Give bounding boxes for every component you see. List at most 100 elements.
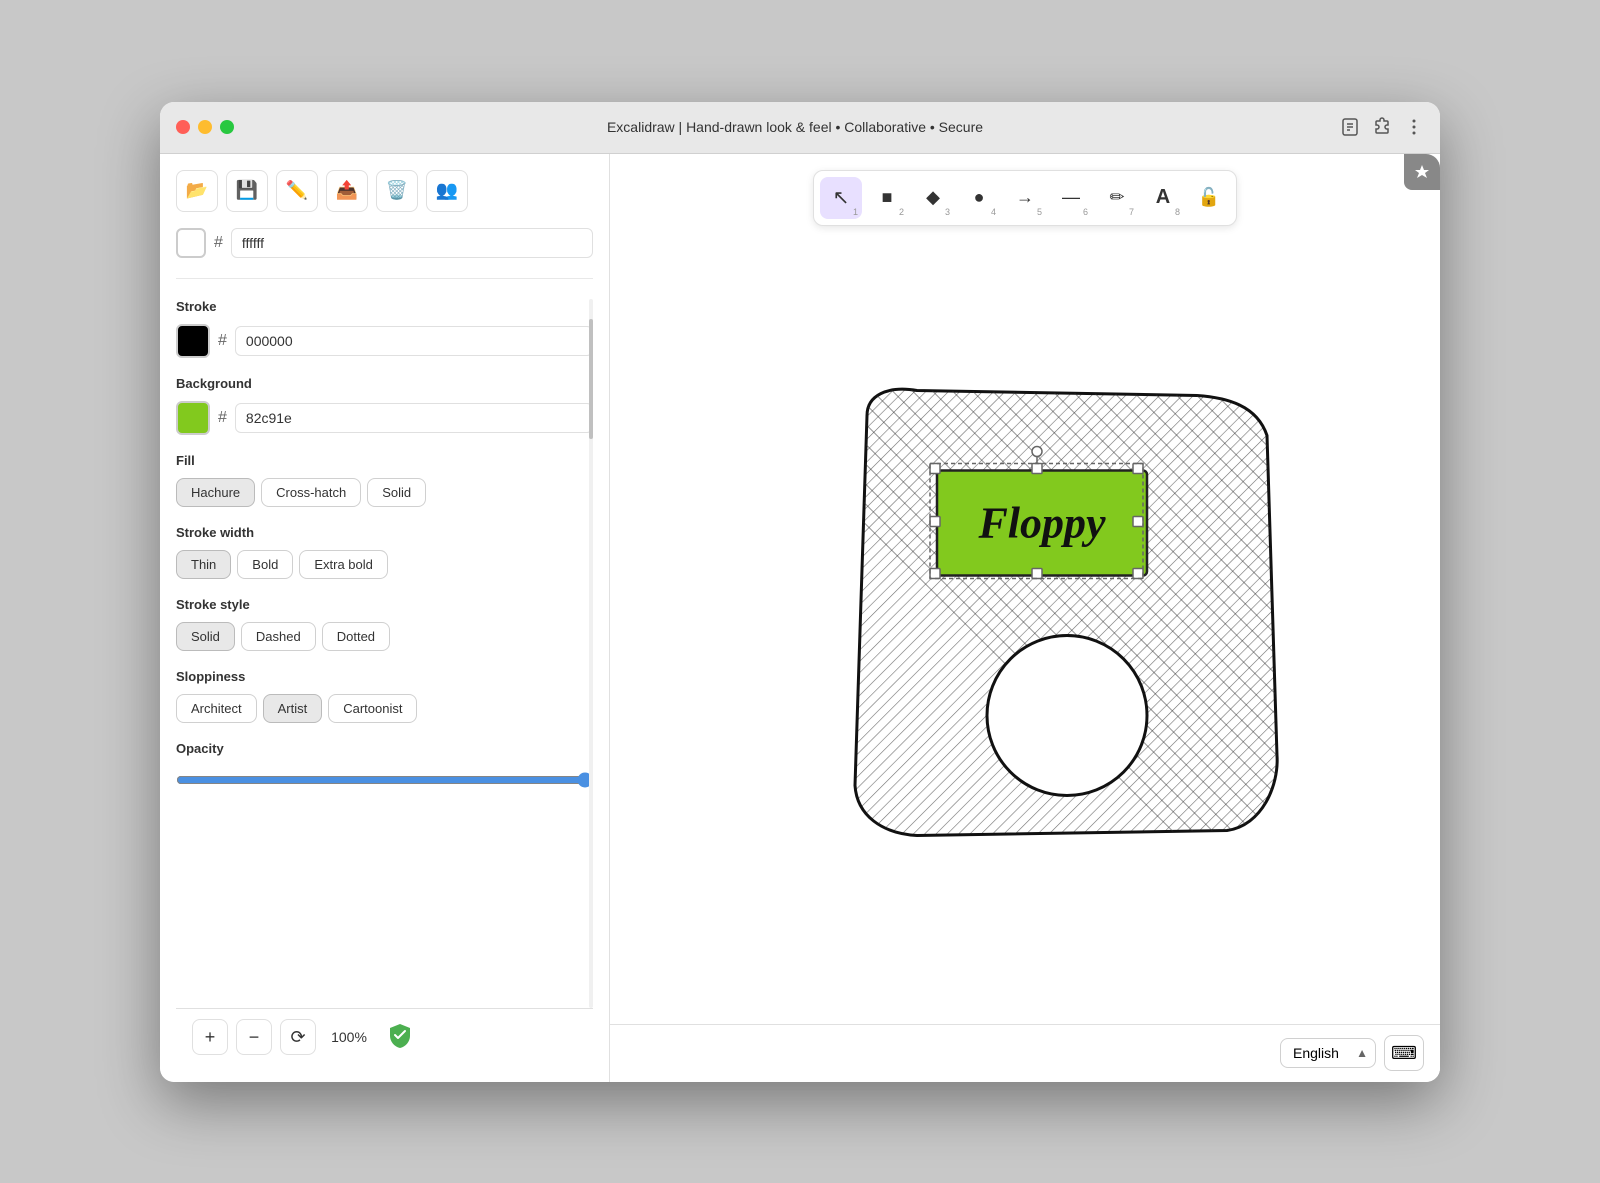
zoom-level: 100% (324, 1029, 374, 1045)
tool-number-3: 3 (945, 207, 950, 217)
canvas-area[interactable]: ↖ 1 ■ 2 ◆ 3 ● 4 (610, 154, 1440, 1082)
stroke-color-row: # (176, 324, 593, 358)
background-color-row: # (176, 401, 593, 435)
canvas-toolbar: ↖ 1 ■ 2 ◆ 3 ● 4 (610, 170, 1440, 226)
bg-color-swatch[interactable] (176, 228, 206, 258)
stroke-section: Stroke # (176, 299, 593, 358)
pencil-tool-button[interactable]: ✏ 7 (1096, 177, 1138, 219)
hash-label: # (214, 234, 223, 252)
document-icon[interactable] (1340, 117, 1360, 137)
sloppiness-label: Sloppiness (176, 669, 593, 684)
svg-text:Floppy: Floppy (977, 498, 1106, 547)
save-button[interactable]: 💾 (226, 170, 268, 212)
stroke-label: Stroke (176, 299, 593, 314)
puzzle-icon[interactable] (1372, 117, 1392, 137)
stroke-hash: # (218, 332, 227, 350)
stroke-color-input[interactable] (235, 326, 593, 356)
fill-options: Hachure Cross-hatch Solid (176, 478, 593, 507)
arrow-tool-button[interactable]: → 5 (1004, 177, 1046, 219)
fill-solid-button[interactable]: Solid (367, 478, 426, 507)
background-color-input[interactable] (235, 403, 593, 433)
stroke-style-label: Stroke style (176, 597, 593, 612)
fill-crosshatch-button[interactable]: Cross-hatch (261, 478, 361, 507)
stroke-extra-bold-button[interactable]: Extra bold (299, 550, 388, 579)
keyboard-button[interactable]: ⌨ (1384, 1035, 1424, 1071)
stroke-color-swatch[interactable] (176, 324, 210, 358)
maximize-button[interactable] (220, 120, 234, 134)
stroke-style-section: Stroke style Solid Dashed Dotted (176, 597, 593, 651)
background-color-swatch[interactable] (176, 401, 210, 435)
properties-panel: Stroke # Background # (176, 299, 593, 811)
ellipse-tool-button[interactable]: ● 4 (958, 177, 1000, 219)
stroke-width-options: Thin Bold Extra bold (176, 550, 593, 579)
stroke-solid-button[interactable]: Solid (176, 622, 235, 651)
stroke-dotted-button[interactable]: Dotted (322, 622, 390, 651)
titlebar: Excalidraw | Hand-drawn look & feel • Co… (160, 102, 1440, 154)
main-window: Excalidraw | Hand-drawn look & feel • Co… (160, 102, 1440, 1082)
background-label: Background (176, 376, 593, 391)
edit-button[interactable]: ✏️ (276, 170, 318, 212)
canvas-tools-container: ↖ 1 ■ 2 ◆ 3 ● 4 (813, 170, 1237, 226)
zoom-in-button[interactable]: + (192, 1019, 228, 1055)
sloppiness-section: Sloppiness Architect Artist Cartoonist (176, 669, 593, 723)
color-bar: # (176, 228, 593, 258)
rectangle-tool-button[interactable]: ■ 2 (866, 177, 908, 219)
bg-hash: # (218, 409, 227, 427)
tool-number-4: 4 (991, 207, 996, 217)
stroke-thin-button[interactable]: Thin (176, 550, 231, 579)
more-icon[interactable] (1404, 117, 1424, 137)
collaborate-button[interactable]: 👥 (426, 170, 468, 212)
tool-number-7: 7 (1129, 207, 1134, 217)
window-title: Excalidraw | Hand-drawn look & feel • Co… (250, 119, 1340, 135)
stroke-bold-button[interactable]: Bold (237, 550, 293, 579)
divider-1 (176, 278, 593, 279)
tool-number-1: 1 (853, 207, 858, 217)
select-tool-button[interactable]: ↖ 1 (820, 177, 862, 219)
traffic-lights (176, 120, 234, 134)
stroke-width-section: Stroke width Thin Bold Extra bold (176, 525, 593, 579)
sloppiness-cartoonist-button[interactable]: Cartoonist (328, 694, 417, 723)
stroke-width-label: Stroke width (176, 525, 593, 540)
opacity-section: Opacity (176, 741, 593, 793)
panel-wrapper: Stroke # Background # (176, 299, 593, 1008)
sidebar: 📂 💾 ✏️ 📤 🗑️ 👥 # Stroke (160, 154, 610, 1082)
tool-number-6: 6 (1083, 207, 1088, 217)
main-content: 📂 💾 ✏️ 📤 🗑️ 👥 # Stroke (160, 154, 1440, 1082)
text-tool-button[interactable]: A 8 (1142, 177, 1184, 219)
zoom-out-button[interactable]: − (236, 1019, 272, 1055)
lock-tool-button[interactable]: 🔓 (1188, 177, 1230, 219)
language-select[interactable]: English Deutsch Español (1280, 1038, 1376, 1068)
tool-number-8: 8 (1175, 207, 1180, 217)
minimize-button[interactable] (198, 120, 212, 134)
fill-section: Fill Hachure Cross-hatch Solid (176, 453, 593, 507)
background-section: Background # (176, 376, 593, 435)
stroke-dashed-button[interactable]: Dashed (241, 622, 316, 651)
sloppiness-architect-button[interactable]: Architect (176, 694, 257, 723)
shield-icon (386, 1021, 414, 1054)
sloppiness-options: Architect Artist Cartoonist (176, 694, 593, 723)
canvas-drawing: Floppy (817, 375, 1317, 860)
language-select-wrapper: English Deutsch Español ▲ (1280, 1038, 1376, 1068)
diamond-tool-button[interactable]: ◆ 3 (912, 177, 954, 219)
bg-color-input[interactable] (231, 228, 593, 258)
scrollbar-track (589, 299, 593, 1008)
fill-label: Fill (176, 453, 593, 468)
scrollbar-thumb[interactable] (589, 319, 593, 439)
opacity-slider[interactable] (176, 772, 593, 788)
open-folder-button[interactable]: 📂 (176, 170, 218, 212)
close-button[interactable] (176, 120, 190, 134)
fill-hachure-button[interactable]: Hachure (176, 478, 255, 507)
sloppiness-artist-button[interactable]: Artist (263, 694, 323, 723)
opacity-label: Opacity (176, 741, 593, 756)
tool-number-5: 5 (1037, 207, 1042, 217)
delete-button[interactable]: 🗑️ (376, 170, 418, 212)
line-tool-button[interactable]: — 6 (1050, 177, 1092, 219)
titlebar-actions (1340, 117, 1424, 137)
toolbar-row: 📂 💾 ✏️ 📤 🗑️ 👥 (176, 170, 593, 212)
stroke-style-options: Solid Dashed Dotted (176, 622, 593, 651)
sidebar-bottom-bar: + − ⟳ 100% (176, 1008, 593, 1066)
zoom-reset-button[interactable]: ⟳ (280, 1019, 316, 1055)
language-selector-area: English Deutsch Español ▲ ⌨ (610, 1024, 1440, 1082)
tool-number-2: 2 (899, 207, 904, 217)
export-button[interactable]: 📤 (326, 170, 368, 212)
